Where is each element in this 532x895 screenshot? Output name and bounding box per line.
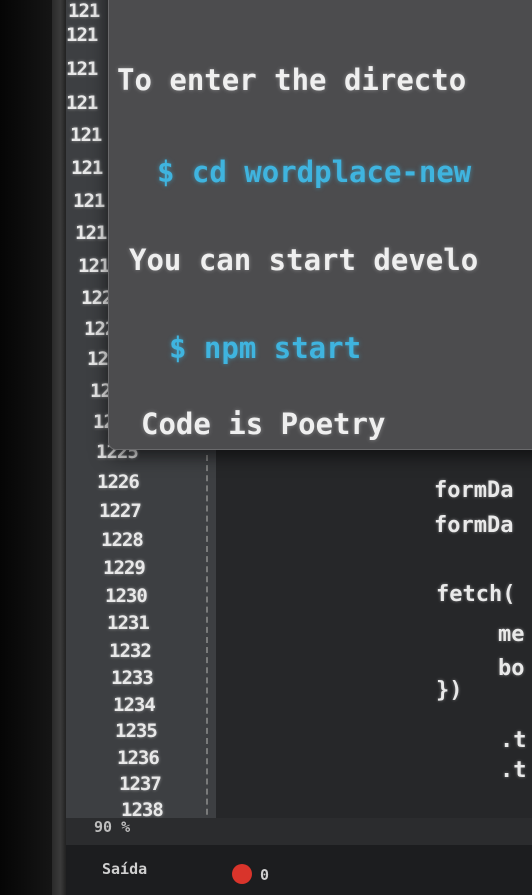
code-line: formDa — [434, 513, 514, 538]
line-number: 121 — [75, 222, 107, 244]
code-line: .t — [500, 728, 527, 753]
line-number: 1226 — [97, 471, 140, 493]
line-number: 1237 — [119, 773, 162, 795]
line-number: 121 — [66, 24, 98, 46]
line-number: 1234 — [113, 694, 156, 716]
code-line: fetch( — [436, 582, 516, 607]
line-number: 1227 — [99, 500, 142, 522]
line-number: 1236 — [117, 747, 160, 769]
editor-screen: 121 121 121 121 121 121 121 121 121 122 … — [66, 0, 532, 895]
line-number: 1231 — [107, 612, 150, 634]
line-number: 1228 — [101, 529, 144, 551]
line-number: 121 — [78, 255, 110, 277]
line-number: 1232 — [109, 640, 152, 662]
error-count: 0 — [260, 866, 270, 884]
line-number: 1235 — [115, 720, 158, 742]
indent-guide — [206, 455, 208, 835]
tooltip-text: You can start develo — [129, 243, 479, 277]
line-number: 121 — [68, 0, 100, 22]
tooltip-command: $ cd wordplace-new — [157, 155, 472, 189]
hover-tooltip: To enter the directo $ cd wordplace-new … — [108, 0, 532, 450]
line-number: 121 — [66, 92, 98, 114]
tooltip-text: To enter the directo — [117, 63, 467, 97]
tooltip-text: Code is Poetry — [141, 407, 386, 441]
line-number: 121 — [71, 157, 103, 179]
line-number: 1233 — [111, 667, 154, 689]
error-icon[interactable] — [232, 864, 252, 884]
zoom-level[interactable]: 90 % — [94, 818, 130, 836]
code-line: me — [498, 622, 525, 647]
tooltip-command: $ npm start — [169, 331, 362, 365]
line-number: 1230 — [105, 585, 148, 607]
line-number: 121 — [66, 58, 98, 80]
code-line: formDa — [434, 478, 514, 503]
code-line: }) — [436, 678, 463, 703]
line-number: 121 — [73, 190, 105, 212]
tab-output[interactable]: Saída — [102, 860, 147, 878]
code-line: .t — [500, 758, 527, 783]
monitor-bezel-edge — [52, 0, 66, 895]
code-line: bo — [498, 656, 525, 681]
line-number: 121 — [70, 124, 102, 146]
line-number: 1229 — [103, 557, 146, 579]
